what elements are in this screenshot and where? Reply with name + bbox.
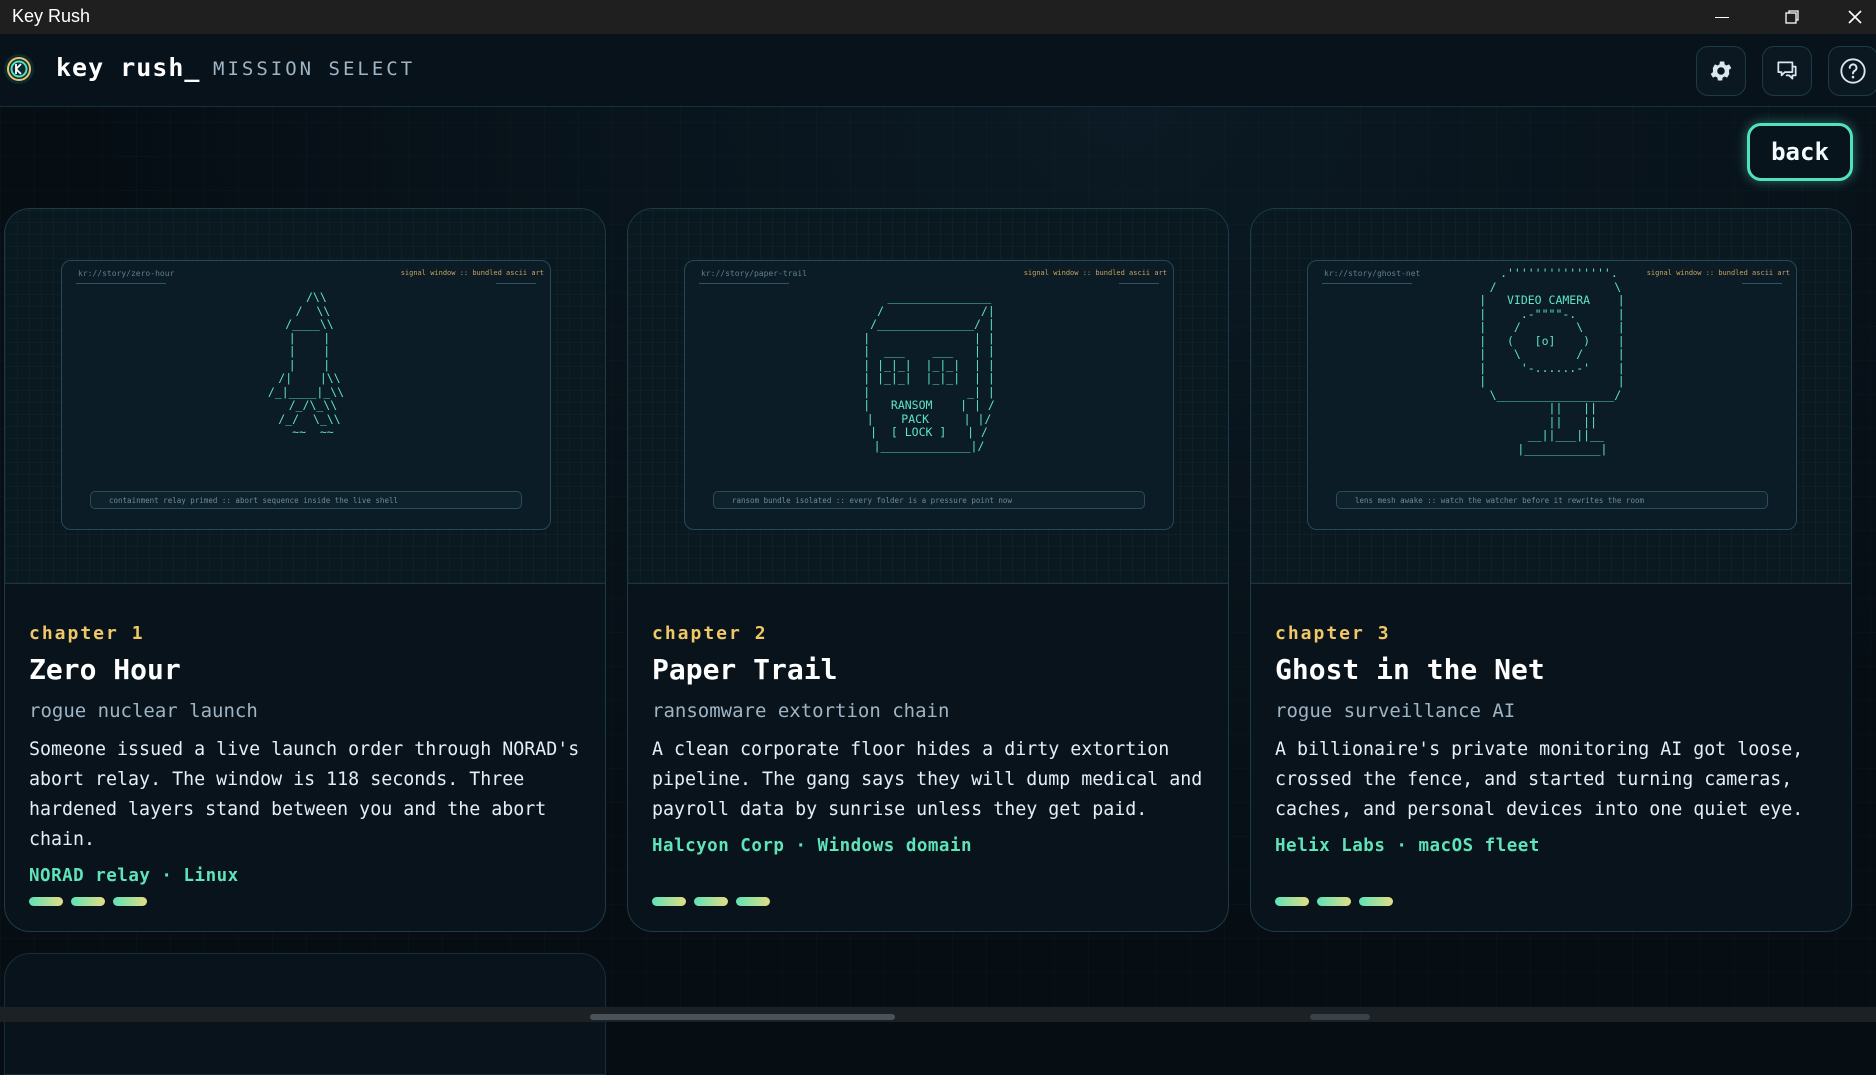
minimize-button[interactable] bbox=[1694, 0, 1750, 34]
mission-card-ghost-in-the-net[interactable]: kr://story/ghost-net signal window :: bu… bbox=[1250, 208, 1852, 932]
mission-card-zero-hour[interactable]: kr://story/zero-hour signal window :: bu… bbox=[4, 208, 606, 932]
mission-title: Zero Hour bbox=[29, 653, 181, 686]
camera-ascii-art: .'''''''''''''''. / \ | VIDEO CAMERA | |… bbox=[1479, 266, 1625, 456]
difficulty-pip bbox=[113, 897, 147, 906]
chat-icon bbox=[1777, 61, 1797, 80]
signal-label: signal window :: bundled ascii art bbox=[400, 269, 544, 277]
difficulty-pip bbox=[652, 897, 686, 906]
feedback-button[interactable] bbox=[1762, 46, 1812, 96]
difficulty-pip bbox=[29, 897, 63, 906]
mission-title: Paper Trail bbox=[652, 653, 838, 686]
status-line: containment relay primed :: abort sequen… bbox=[90, 491, 522, 509]
minimize-icon bbox=[1715, 16, 1729, 18]
story-url: kr://story/zero-hour bbox=[78, 269, 175, 278]
signal-label: signal window :: bundled ascii art bbox=[1023, 269, 1167, 277]
mission-art-panel: kr://story/ghost-net signal window :: bu… bbox=[1251, 209, 1851, 584]
mission-card-paper-trail[interactable]: kr://story/paper-trail signal window :: … bbox=[627, 208, 1229, 932]
chapter-label: chapter 1 bbox=[29, 623, 145, 644]
help-button[interactable] bbox=[1828, 46, 1876, 96]
difficulty-indicator bbox=[29, 897, 147, 906]
mission-art-panel: kr://story/zero-hour signal window :: bu… bbox=[5, 209, 605, 584]
mission-title: Ghost in the Net bbox=[1275, 653, 1545, 686]
signal-underline bbox=[496, 283, 536, 284]
difficulty-indicator bbox=[1275, 897, 1393, 906]
help-icon bbox=[1840, 58, 1866, 84]
restore-icon bbox=[1785, 10, 1799, 24]
mission-description: A billionaire's private monitoring AI go… bbox=[1275, 739, 1804, 820]
rocket-ascii-art: /\\ / \\ /____\\ | | | | | | /| |\\ /_|_… bbox=[267, 290, 345, 439]
settings-button[interactable] bbox=[1696, 46, 1746, 96]
url-underline bbox=[76, 283, 166, 284]
signal-window: kr://story/paper-trail signal window :: … bbox=[684, 260, 1174, 530]
mission-target: NORAD relay · Linux bbox=[29, 866, 239, 886]
difficulty-pip bbox=[736, 897, 770, 906]
back-button[interactable]: back bbox=[1747, 123, 1853, 181]
mission-description: Someone issued a live launch order throu… bbox=[29, 739, 580, 850]
difficulty-pip bbox=[694, 897, 728, 906]
app-header: key rush_ MISSION SELECT bbox=[0, 34, 1876, 107]
chapter-label: chapter 3 bbox=[1275, 623, 1391, 644]
close-icon bbox=[1848, 10, 1862, 24]
app-brand: key rush_ bbox=[56, 53, 201, 82]
difficulty-pip bbox=[1317, 897, 1351, 906]
restore-button[interactable] bbox=[1764, 0, 1820, 34]
chapter-label: chapter 2 bbox=[652, 623, 768, 644]
mission-target: Halcyon Corp · Windows domain bbox=[652, 836, 973, 856]
horizontal-scrollbar[interactable] bbox=[0, 1007, 1876, 1022]
mission-subtitle: rogue surveillance AI bbox=[1275, 700, 1516, 722]
window-title: Key Rush bbox=[12, 6, 91, 26]
close-button[interactable] bbox=[1834, 0, 1876, 34]
key-rush-logo-icon bbox=[7, 57, 31, 81]
signal-window: kr://story/ghost-net signal window :: bu… bbox=[1307, 260, 1797, 530]
mission-art-panel: kr://story/paper-trail signal window :: … bbox=[628, 209, 1228, 584]
difficulty-indicator bbox=[652, 897, 770, 906]
gear-icon bbox=[1710, 61, 1732, 81]
mission-description: A clean corporate floor hides a dirty ex… bbox=[652, 739, 1203, 820]
scrollbar-thumb[interactable] bbox=[590, 1014, 895, 1020]
mission-subtitle: ransomware extortion chain bbox=[652, 700, 950, 722]
story-url: kr://story/paper-trail bbox=[701, 269, 807, 278]
status-line: ransom bundle isolated :: every folder i… bbox=[713, 491, 1145, 509]
ransom-box-ascii-art: _______________ / /| /______________/ | … bbox=[863, 290, 995, 453]
signal-window: kr://story/zero-hour signal window :: bu… bbox=[61, 260, 551, 530]
signal-underline bbox=[1119, 283, 1159, 284]
app-logo bbox=[4, 54, 34, 84]
scrollbar-thumb-secondary[interactable] bbox=[1310, 1014, 1370, 1020]
mission-select-area: back kr://story/zero-hour signal window … bbox=[0, 107, 1876, 1075]
mission-subtitle: rogue nuclear launch bbox=[29, 700, 258, 722]
difficulty-pip bbox=[1275, 897, 1309, 906]
window-title-bar: Key Rush bbox=[0, 0, 1876, 34]
difficulty-pip bbox=[71, 897, 105, 906]
status-line: lens mesh awake :: watch the watcher bef… bbox=[1336, 491, 1768, 509]
difficulty-pip bbox=[1359, 897, 1393, 906]
url-underline bbox=[699, 283, 789, 284]
page-title: MISSION SELECT bbox=[213, 58, 416, 80]
mission-target: Helix Labs · macOS fleet bbox=[1275, 836, 1540, 856]
